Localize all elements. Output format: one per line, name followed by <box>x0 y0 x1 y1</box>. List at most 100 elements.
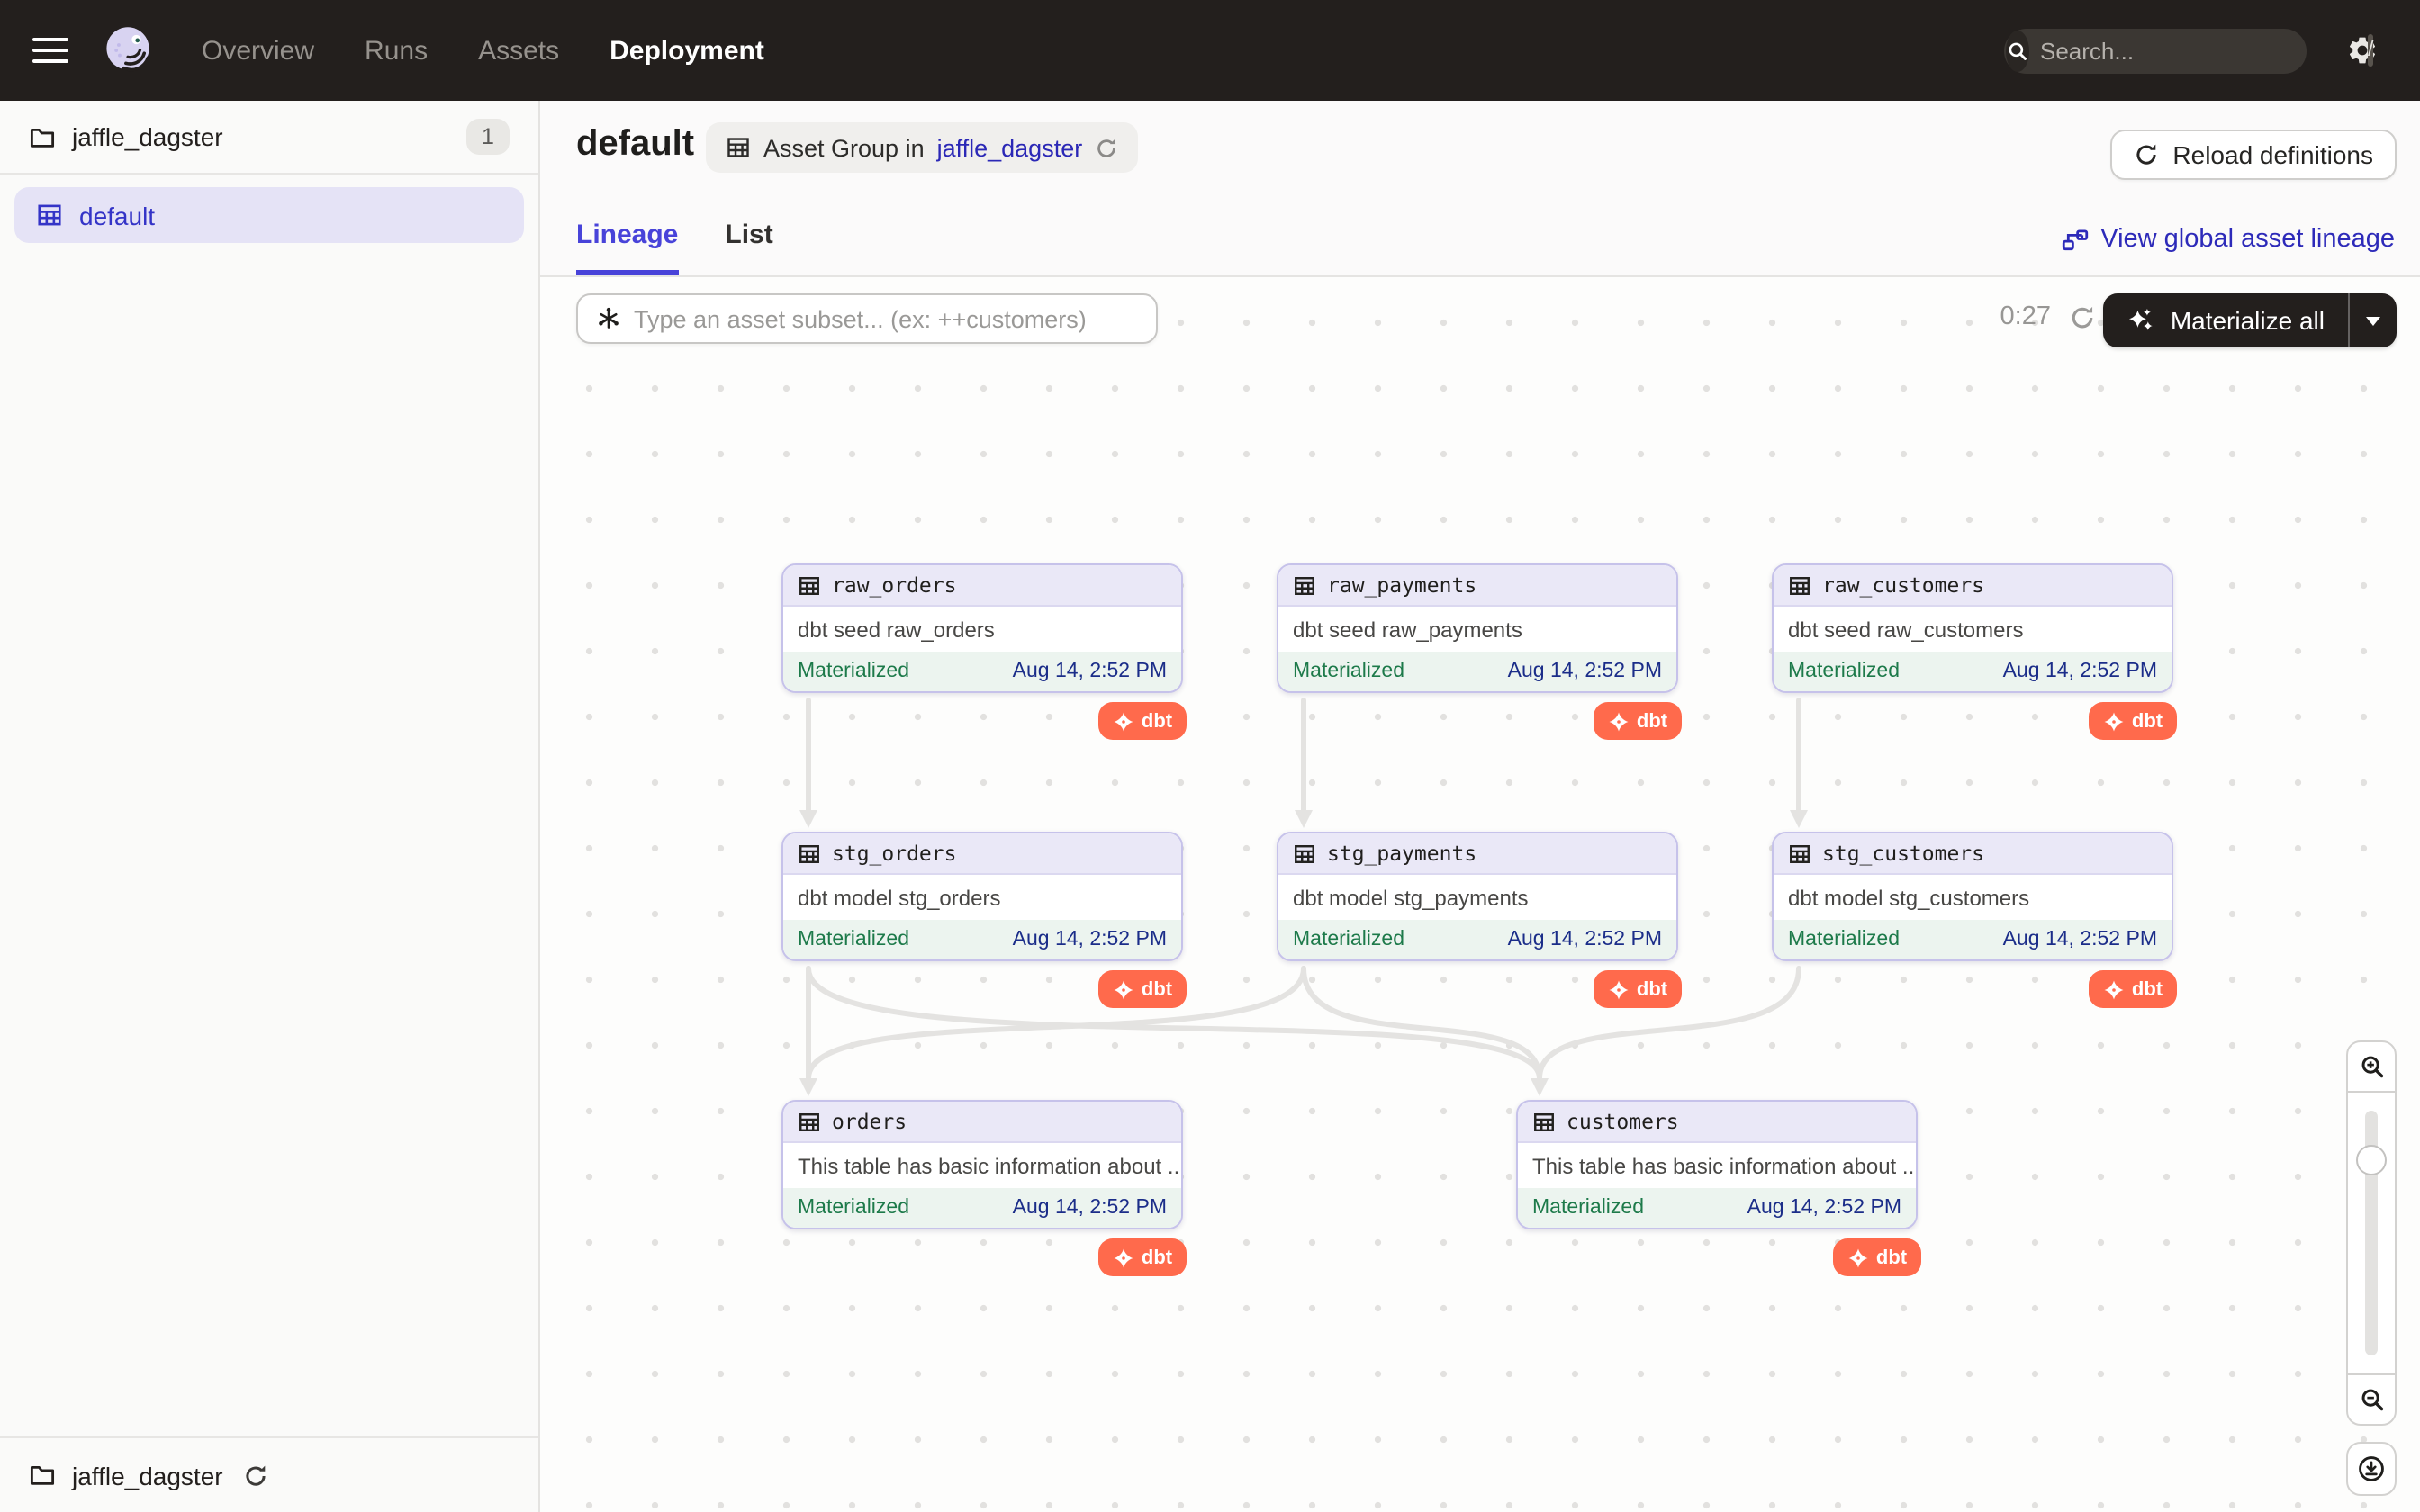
materialize-all-button[interactable]: Materialize all <box>2104 293 2397 347</box>
table-icon <box>798 1110 821 1133</box>
dbt-badge[interactable]: dbt <box>1833 1238 1921 1276</box>
dbt-badge[interactable]: dbt <box>2089 702 2177 740</box>
global-search[interactable]: / <box>2004 28 2307 73</box>
asset-description: dbt seed raw_customers <box>1774 607 2172 652</box>
table-icon <box>1532 1110 1556 1133</box>
nav-item-assets[interactable]: Assets <box>478 35 559 66</box>
asset-node-raw-orders[interactable]: raw_orders dbt seed raw_orders Materiali… <box>781 563 1183 747</box>
view-global-asset-lineage-label: View global asset lineage <box>2100 225 2395 254</box>
materialization-timestamp[interactable]: Aug 14, 2:52 PM <box>1508 929 1662 950</box>
materialization-timestamp[interactable]: Aug 14, 2:52 PM <box>1747 1197 1901 1219</box>
dbt-badge-label: dbt <box>1637 978 1667 1000</box>
asset-name: stg_payments <box>1327 841 1476 866</box>
materialize-all-label: Materialize all <box>2171 306 2325 335</box>
table-icon <box>1293 842 1316 865</box>
dagster-app: Overview Runs Assets Deployment / jaffle… <box>0 0 2420 1512</box>
reload-definitions-button[interactable]: Reload definitions <box>2109 130 2397 180</box>
view-global-asset-lineage-link[interactable]: View global asset lineage <box>2061 225 2395 254</box>
status-badge: Materialized <box>1293 929 1404 950</box>
asset-name: raw_payments <box>1327 572 1476 598</box>
dbt-badge-label: dbt <box>1637 710 1667 732</box>
asset-group-icon <box>726 135 751 160</box>
asset-node-raw-customers[interactable]: raw_customers dbt seed raw_customers Mat… <box>1772 563 2173 747</box>
refresh-icon[interactable] <box>243 1462 268 1488</box>
refresh-icon[interactable] <box>2069 304 2096 331</box>
page-header: default Asset Group in jaffle_dagster Re… <box>540 101 2420 277</box>
zoom-in-icon <box>2358 1053 2385 1080</box>
nav-item-overview[interactable]: Overview <box>202 35 314 66</box>
dagster-logo-icon[interactable] <box>101 23 155 77</box>
asset-node-stg-payments[interactable]: stg_payments dbt model stg_payments Mate… <box>1277 832 1678 1015</box>
sidebar-item-default[interactable]: default <box>14 187 524 243</box>
asset-group-icon <box>36 202 63 229</box>
status-badge: Materialized <box>798 929 909 950</box>
materialization-timestamp[interactable]: Aug 14, 2:52 PM <box>1013 929 1167 950</box>
dbt-badge[interactable]: dbt <box>1098 970 1187 1008</box>
sparkle-icon <box>2127 306 2156 335</box>
reload-icon <box>2133 142 2158 167</box>
reload-definitions-label: Reload definitions <box>2172 140 2373 169</box>
asset-node-stg-orders[interactable]: stg_orders dbt model stg_orders Material… <box>781 832 1183 1015</box>
dbt-logo-icon <box>1113 710 1134 732</box>
sidebar-item-label: default <box>79 201 155 230</box>
asset-name: raw_customers <box>1822 572 1984 598</box>
refresh-icon[interactable] <box>1095 136 1118 159</box>
sidebar-group-jaffle-dagster[interactable]: jaffle_dagster 1 <box>0 101 538 175</box>
folder-icon <box>29 1462 56 1489</box>
nav-item-runs[interactable]: Runs <box>365 35 428 66</box>
asset-node-orders[interactable]: orders This table has basic information … <box>781 1100 1183 1283</box>
dbt-badge-label: dbt <box>2132 710 2163 732</box>
zoom-out-button[interactable] <box>2346 1373 2397 1426</box>
dbt-logo-icon <box>1608 978 1630 1000</box>
tab-list[interactable]: List <box>725 220 772 275</box>
nav-item-deployment[interactable]: Deployment <box>610 35 764 66</box>
dbt-logo-icon <box>1847 1246 1869 1268</box>
materialize-options-dropdown[interactable] <box>2348 293 2397 347</box>
asset-name: stg_customers <box>1822 841 1984 866</box>
asset-name: stg_orders <box>832 841 957 866</box>
asset-description: This table has basic information about .… <box>1518 1143 1916 1188</box>
dbt-badge[interactable]: dbt <box>1594 702 1682 740</box>
sidebar: jaffle_dagster 1 default jaffle_dagster <box>0 101 540 1512</box>
materialization-timestamp[interactable]: Aug 14, 2:52 PM <box>1013 661 1167 682</box>
status-badge: Materialized <box>1293 661 1404 682</box>
asset-node-stg-customers[interactable]: stg_customers dbt model stg_customers Ma… <box>1772 832 2173 1015</box>
materialization-timestamp[interactable]: Aug 14, 2:52 PM <box>1508 661 1662 682</box>
primary-nav: Overview Runs Assets Deployment <box>202 35 764 66</box>
zoom-out-icon <box>2358 1386 2385 1413</box>
zoom-slider-handle[interactable] <box>2356 1145 2387 1175</box>
refresh-countdown: 0:27 <box>2000 302 2051 331</box>
asset-subset-filter[interactable] <box>576 293 1158 344</box>
dbt-badge[interactable]: dbt <box>2089 970 2177 1008</box>
view-tabs: Lineage List <box>576 220 773 275</box>
status-badge: Materialized <box>1788 661 1900 682</box>
dbt-badge-label: dbt <box>2132 978 2163 1000</box>
lineage-graph-canvas[interactable]: 0:27 Materialize all <box>540 277 2420 1512</box>
dbt-badge[interactable]: dbt <box>1098 702 1187 740</box>
materialization-timestamp[interactable]: Aug 14, 2:52 PM <box>2003 661 2157 682</box>
group-count-badge: 1 <box>466 119 510 155</box>
status-badge: Materialized <box>1532 1197 1644 1219</box>
op-selector-icon <box>596 306 621 331</box>
asset-group-tag-link[interactable]: jaffle_dagster <box>937 134 1083 161</box>
table-icon <box>798 842 821 865</box>
dbt-logo-icon <box>1113 978 1134 1000</box>
dbt-badge[interactable]: dbt <box>1594 970 1682 1008</box>
download-image-button[interactable] <box>2346 1442 2397 1496</box>
top-nav-bar: Overview Runs Assets Deployment / <box>0 0 2420 101</box>
asset-subset-input[interactable] <box>634 305 1138 332</box>
dbt-badge-label: dbt <box>1142 1246 1172 1268</box>
footer-code-location-label: jaffle_dagster <box>72 1461 223 1490</box>
dbt-logo-icon <box>1608 710 1630 732</box>
menu-icon[interactable] <box>32 31 68 69</box>
status-badge: Materialized <box>798 1197 909 1219</box>
asset-node-customers[interactable]: customers This table has basic informati… <box>1516 1100 1918 1283</box>
zoom-slider[interactable] <box>2346 1093 2397 1373</box>
materialization-timestamp[interactable]: Aug 14, 2:52 PM <box>2003 929 2157 950</box>
zoom-in-button[interactable] <box>2346 1040 2397 1093</box>
asset-node-raw-payments[interactable]: raw_payments dbt seed raw_payments Mater… <box>1277 563 1678 747</box>
search-input[interactable] <box>2029 37 2368 64</box>
dbt-badge[interactable]: dbt <box>1098 1238 1187 1276</box>
tab-lineage[interactable]: Lineage <box>576 220 678 275</box>
materialization-timestamp[interactable]: Aug 14, 2:52 PM <box>1013 1197 1167 1219</box>
